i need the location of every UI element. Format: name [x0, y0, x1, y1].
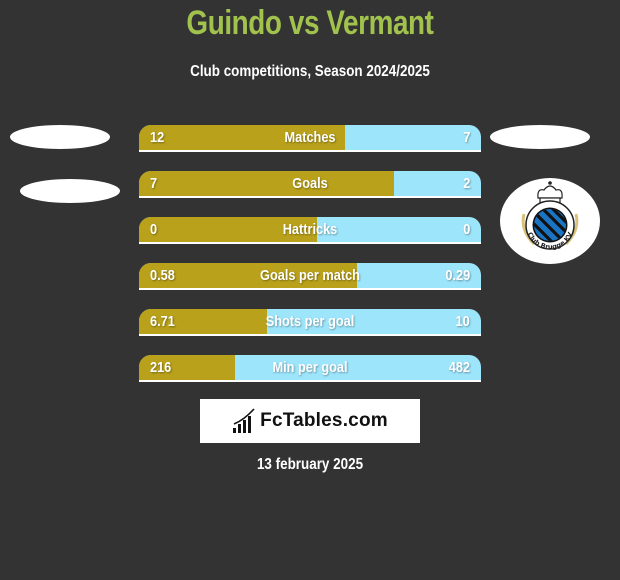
stat-label: Hattricks — [282, 221, 338, 238]
left-value: 216 — [150, 359, 172, 376]
right-value: 10 — [455, 313, 470, 330]
right-value: 0.29 — [445, 267, 470, 284]
stat-bar: Goals per match 0.58 0.29 — [139, 263, 481, 290]
right-value: 482 — [448, 359, 470, 376]
team-badge: Club Brugge KV — [500, 178, 600, 264]
right-value: 0 — [462, 221, 470, 238]
stat-bar: Matches 12 7 — [139, 125, 481, 152]
stat-bar: Min per goal 216 482 — [139, 355, 481, 382]
fctables-logo[interactable]: FcTables.com — [200, 399, 420, 443]
stat-bar: Shots per goal 6.71 10 — [139, 309, 481, 336]
report-date: 13 february 2025 — [256, 456, 364, 473]
left-value: 7 — [150, 175, 158, 192]
right-player-placeholder — [490, 125, 590, 149]
stat-label: Shots per goal — [265, 313, 355, 330]
bar-chart-icon — [233, 408, 255, 433]
club-brugge-badge-icon: Club Brugge KV — [521, 181, 579, 251]
competition-subtitle: Club competitions, Season 2024/2025 — [190, 63, 430, 80]
left-value: 6.71 — [150, 313, 175, 330]
page-title: Guindo vs Vermant — [186, 4, 434, 42]
brand-name: FcTables.com — [260, 410, 388, 431]
stat-bar: Goals 7 2 — [139, 171, 481, 198]
right-value: 2 — [462, 175, 470, 192]
left-value: 0.58 — [150, 267, 175, 284]
stat-label: Min per goal — [272, 359, 348, 376]
stat-bar: Hattricks 0 0 — [139, 217, 481, 244]
left-player-placeholder-2 — [20, 179, 120, 203]
stat-label: Goals per match — [260, 267, 360, 284]
left-value: 0 — [150, 221, 158, 238]
left-value: 12 — [150, 129, 165, 146]
right-value: 7 — [462, 129, 470, 146]
stat-label: Matches — [284, 129, 336, 146]
left-player-placeholder-1 — [10, 125, 110, 149]
stat-label: Goals — [292, 175, 328, 192]
